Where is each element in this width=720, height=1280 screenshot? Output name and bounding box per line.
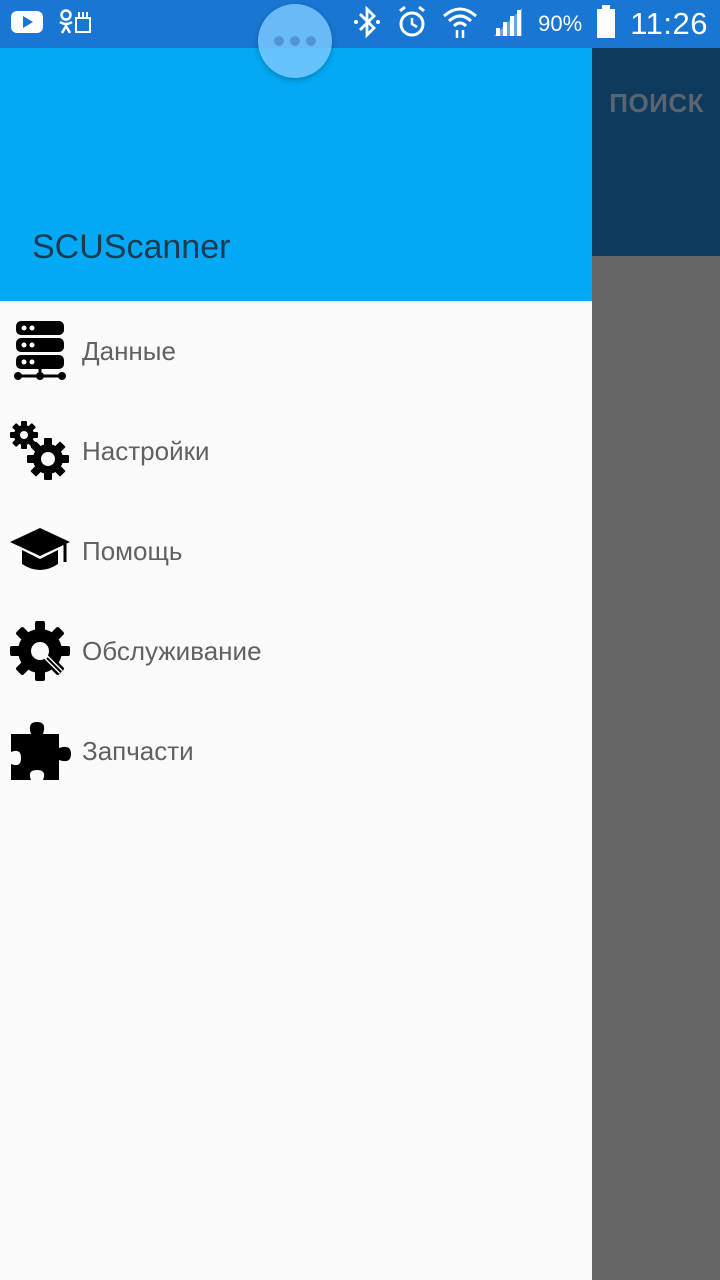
graduation-cap-icon	[9, 520, 71, 582]
floating-more-button[interactable]	[258, 4, 332, 78]
menu-item-label: Запчасти	[82, 735, 194, 766]
menu-item-data[interactable]: Данные	[0, 301, 592, 401]
app-toolbar: ПОИСК	[592, 48, 720, 256]
drawer-title: SCUScanner	[32, 228, 231, 266]
battery-icon	[596, 4, 616, 44]
odnoklassniki-icon	[58, 8, 92, 41]
menu-item-label: Данные	[82, 335, 176, 366]
gear-wrench-icon	[9, 620, 71, 682]
menu-item-label: Помощь	[82, 535, 183, 566]
menu-item-maintenance[interactable]: Обслуживание	[0, 601, 592, 701]
wifi-icon	[442, 4, 478, 45]
navigation-drawer: SCUScanner Данные Настройки Помощь Обслу…	[0, 0, 592, 1280]
server-icon	[9, 320, 71, 382]
tab-search[interactable]: ПОИСК	[609, 88, 704, 119]
menu-item-label: Настройки	[82, 435, 210, 466]
drawer-menu: Данные Настройки Помощь Обслуживание Зап…	[0, 301, 592, 801]
puzzle-piece-icon	[9, 720, 71, 782]
clock: 11:26	[630, 6, 708, 41]
alarm-icon	[396, 5, 428, 44]
menu-item-settings[interactable]: Настройки	[0, 401, 592, 501]
menu-item-label: Обслуживание	[82, 635, 262, 666]
menu-item-parts[interactable]: Запчасти	[0, 701, 592, 801]
signal-icon	[492, 6, 524, 43]
menu-item-help[interactable]: Помощь	[0, 501, 592, 601]
gears-icon	[9, 420, 71, 482]
youtube-icon	[10, 10, 44, 39]
battery-percent: 90%	[538, 11, 583, 36]
more-dots-icon	[274, 36, 284, 46]
content-scrim[interactable]	[592, 256, 720, 1280]
status-bar: 90% 11:26	[0, 0, 720, 48]
bluetooth-icon	[352, 5, 382, 44]
drawer-header: SCUScanner	[0, 48, 592, 301]
